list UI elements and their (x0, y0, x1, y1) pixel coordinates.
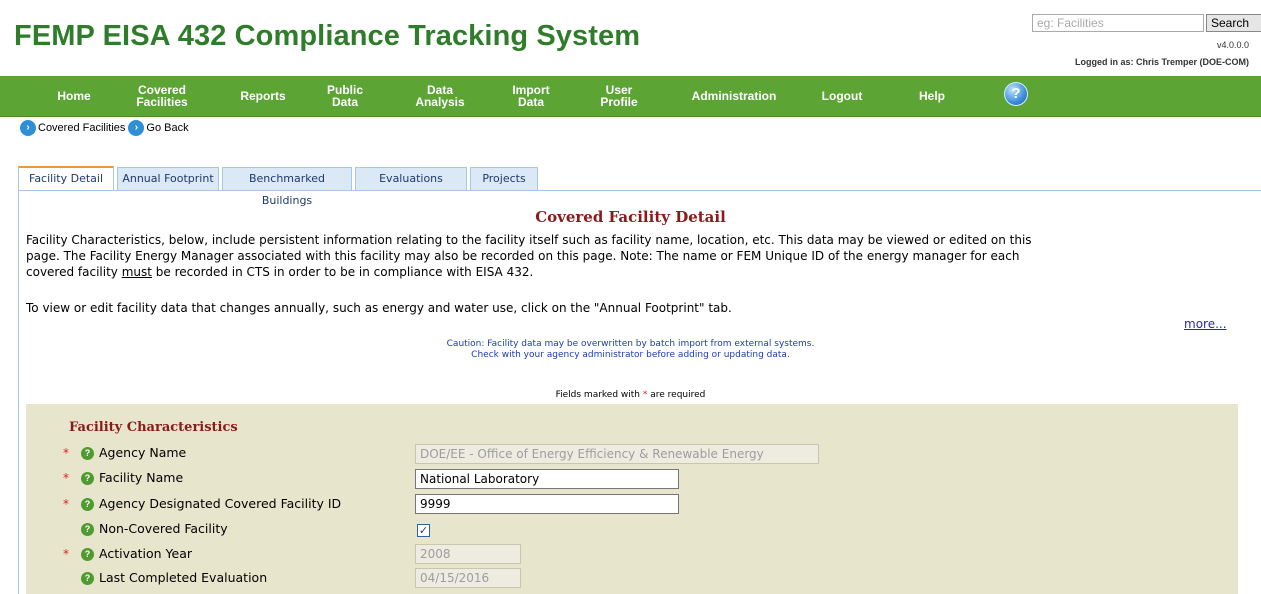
required-note-text: are required (647, 390, 706, 400)
required-note-text: Fields marked with (555, 390, 643, 400)
intro-text-fragment: covered facility (26, 265, 122, 279)
intro-text-line: page. The Facility Energy Manager associ… (26, 249, 1020, 263)
required-star: * (63, 497, 69, 511)
question-circle-icon[interactable]: ? (1004, 82, 1028, 106)
nav-data-analysis[interactable]: Data Analysis (410, 76, 470, 116)
last-evaluation-field (415, 568, 521, 588)
required-fields-note: Fields marked with * are required (0, 390, 1261, 400)
facility-id-field[interactable] (415, 494, 679, 514)
non-covered-facility-label: Non-Covered Facility (99, 521, 228, 536)
page-title: Covered Facility Detail (535, 208, 726, 226)
nav-reports[interactable]: Reports (232, 76, 294, 116)
annual-footprint-note: To view or edit facility data that chang… (26, 301, 732, 315)
caution-text: Caution: Facility data may be overwritte… (446, 339, 815, 349)
help-question-icon[interactable]: ? (81, 548, 94, 561)
breadcrumb-go-back[interactable]: › Go Back (128, 120, 189, 136)
breadcrumb-label: Covered Facilities (38, 122, 126, 134)
required-star: * (63, 446, 69, 460)
main-nav: Home Covered Facilities Reports Public D… (0, 76, 1261, 117)
agency-name-label: Agency Name (99, 445, 187, 460)
intro-text-line: Facility Characteristics, below, include… (26, 233, 1032, 247)
search-button[interactable]: Search (1206, 14, 1261, 32)
version-label: v4.0.0.0 (1216, 40, 1249, 50)
tab-projects[interactable]: Projects (470, 167, 538, 190)
logged-in-label: Logged in as: Chris Tremper (DOE-COM) (1074, 57, 1249, 67)
facility-name-label: Facility Name (99, 470, 184, 485)
tab-evaluations[interactable]: Evaluations (355, 167, 467, 190)
breadcrumb-covered-facilities[interactable]: › Covered Facilities (20, 120, 125, 136)
form-section-heading: Facility Characteristics (69, 420, 238, 435)
activation-year-field (415, 544, 521, 564)
breadcrumb: › Covered Facilities › Go Back (20, 120, 192, 136)
nav-public-data[interactable]: Public Data (324, 76, 366, 116)
app-title: FEMP EISA 432 Compliance Tracking System (14, 20, 641, 52)
intro-text-fragment: be recorded in CTS in order to be in com… (151, 265, 534, 279)
activation-year-label: Activation Year (99, 546, 193, 561)
last-evaluation-label: Last Completed Evaluation (99, 570, 268, 585)
arrow-right-icon: › (128, 120, 145, 136)
intro-text-line: covered facility must be recorded in CTS… (26, 265, 533, 280)
help-question-icon[interactable]: ? (81, 523, 94, 536)
tab-facility-detail[interactable]: Facility Detail (18, 166, 114, 190)
required-star: * (63, 547, 69, 561)
emphasis-text: must (121, 265, 152, 279)
non-covered-facility-checkbox[interactable]: ✓ (417, 524, 430, 537)
facility-name-field[interactable] (415, 469, 679, 489)
caution-text: Check with your agency administrator bef… (471, 350, 790, 360)
nav-import-data[interactable]: Import Data (506, 76, 556, 116)
nav-help[interactable]: Help (912, 76, 952, 116)
arrow-right-icon: › (20, 120, 36, 136)
help-question-icon[interactable]: ? (81, 498, 94, 511)
help-question-icon[interactable]: ? (81, 447, 94, 460)
tab-benchmarked-buildings[interactable]: Benchmarked Buildings (222, 167, 352, 207)
nav-user-profile[interactable]: User Profile (594, 76, 644, 116)
help-question-icon[interactable]: ? (81, 572, 94, 585)
facility-id-label: Agency Designated Covered Facility ID (99, 496, 342, 511)
required-star: * (63, 471, 69, 485)
nav-home[interactable]: Home (52, 76, 96, 116)
nav-covered-facilities[interactable]: Covered Facilities (126, 76, 198, 116)
breadcrumb-label: Go Back (146, 122, 189, 134)
nav-logout[interactable]: Logout (814, 76, 870, 116)
search-input[interactable] (1032, 14, 1204, 32)
nav-administration[interactable]: Administration (684, 76, 784, 116)
agency-name-field (415, 444, 819, 464)
help-question-icon[interactable]: ? (81, 472, 94, 485)
more-link[interactable]: more... (1184, 317, 1227, 331)
tab-annual-footprint[interactable]: Annual Footprint (117, 167, 219, 190)
